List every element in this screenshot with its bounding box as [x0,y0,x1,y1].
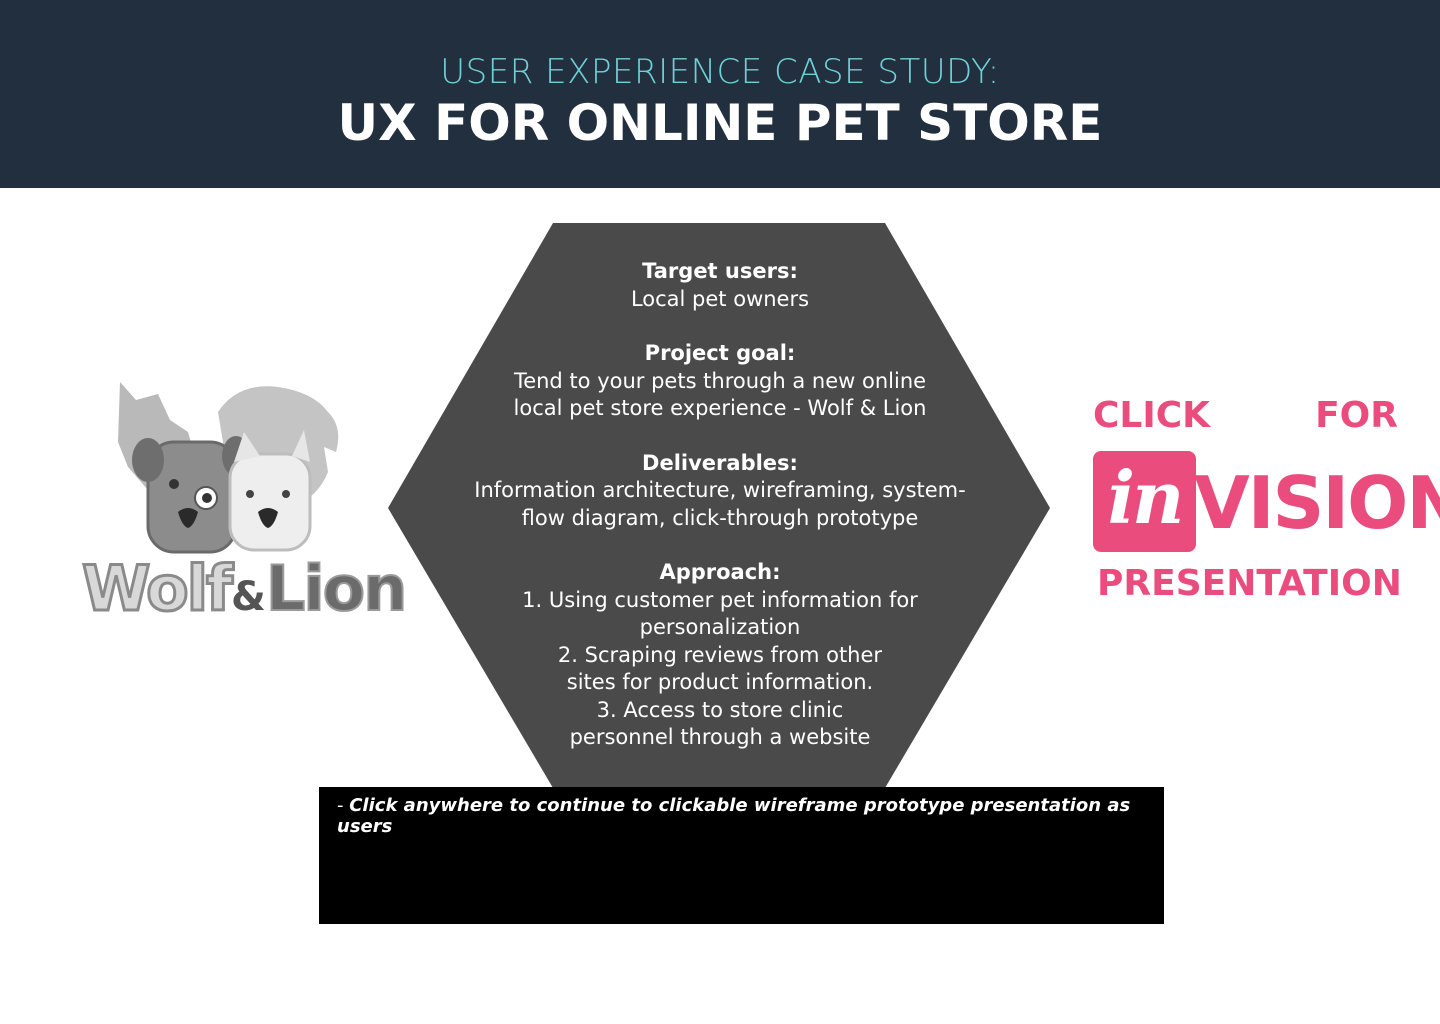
approach-heading: Approach: [659,560,781,584]
approach-line: personnel through a website [569,725,871,749]
case-study-summary: Target users: Local pet owners Project g… [430,258,1010,779]
deliverables-line-1: Information architecture, wireframing, s… [474,478,966,502]
wordmark-lion: Lion [265,551,408,626]
approach-line: sites for product information. [566,670,874,694]
target-users-heading: Target users: [642,259,798,283]
approach-line: 1. Using customer pet information for [522,587,918,612]
continue-caption: - Click anywhere to continue to clickabl… [337,795,1164,837]
invision-logo-icon: in [1093,451,1196,552]
invision-click-label: CLICK [1093,395,1211,436]
approach-line: personalization [639,615,801,639]
wolf-and-lion-wordmark: Wolf&Lion [81,551,409,627]
approach-line: 3. Access to store clinic [596,697,844,722]
header-banner: USER EXPERIENCE CASE STUDY: UX FOR ONLIN… [0,0,1440,188]
cat-face-icon [228,452,312,552]
invision-presentation-link[interactable]: CLICK FOR in VISION PRESENTATION [1090,395,1440,610]
continue-caption-box[interactable]: - Click anywhere to continue to clickabl… [319,787,1164,924]
approach-line: 2. Scraping reviews from other [557,642,883,667]
caption-text: Click anywhere to continue to clickable … [337,795,1131,837]
target-users-text: Local pet owners [630,286,810,311]
invision-wordmark: VISION [1194,461,1440,545]
invision-for-label: FOR [1315,395,1398,436]
wordmark-ampersand: & [231,574,266,620]
caption-dash: - [337,795,350,816]
page-title: UX FOR ONLINE PET STORE [337,94,1103,152]
deliverables-heading: Deliverables: [642,450,798,475]
project-goal-line-1: Tend to your pets through a new online [513,368,927,393]
project-goal-line-2: local pet store experience - Wolf & Lion [513,396,927,420]
project-goal-heading: Project goal: [644,341,796,365]
invision-badge-text: in [1107,455,1185,540]
page-subtitle: USER EXPERIENCE CASE STUDY: [440,52,1000,92]
deliverables-line-2: flow diagram, click-through prototype [521,505,919,530]
wordmark-wolf: Wolf [81,551,235,627]
invision-presentation-label: PRESENTATION [1097,563,1402,604]
